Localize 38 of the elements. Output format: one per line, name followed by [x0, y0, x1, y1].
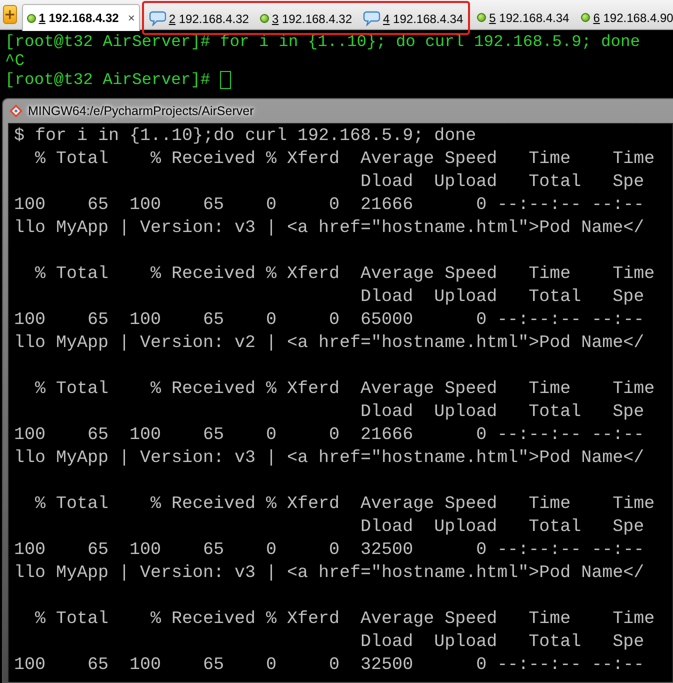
terminal-line: Dload Upload Total Spe — [360, 631, 644, 654]
tab[interactable]: 2 192.168.4.32 — [144, 5, 254, 31]
tab[interactable]: 1 192.168.4.32 × — [22, 4, 140, 31]
status-dot-icon — [26, 14, 36, 22]
tab[interactable]: 4 192.168.4.34 — [358, 5, 468, 31]
terminal-line: 100 65 100 65 0 0 21666 0 --:--:-- --:-- — [14, 194, 644, 217]
terminal-line: Dload Upload Total Spe — [360, 401, 644, 424]
terminal-line: 100 65 100 65 0 0 32500 0 --:--:-- --:-- — [14, 654, 644, 677]
terminal-line: 100 65 100 65 0 0 32500 0 --:--:-- --:-- — [14, 539, 644, 562]
terminal-line: % Total % Received % Xferd Average Speed Time Time — [34, 378, 655, 401]
terminal-line: ^C — [5, 51, 25, 70]
terminal-line: llo MyApp | Version: v2 | <a href="hostname.html">Pod Name</ — [14, 332, 644, 355]
terminal-line: % Total % Received % Xferd Average Speed Time Time — [34, 263, 655, 286]
terminal-line: [root@t32 AirServer]# — [5, 70, 212, 89]
new-tab-button[interactable]: + — [3, 5, 17, 24]
speech-bubble-icon — [363, 11, 380, 26]
terminal-line: Dload Upload Total Spe — [360, 171, 644, 194]
terminal-line: Dload Upload Total Spe — [360, 516, 644, 539]
status-dot-icon — [260, 14, 269, 23]
tab[interactable]: 5 192.168.4.34 — [472, 4, 574, 30]
terminal-line: % Total % Received % Xferd Average Speed Time Time — [34, 148, 655, 171]
terminal-line: [root@t32 AirServer]# for i in {1..10}; do curl 192.168.5.9; done — [5, 32, 640, 51]
status-dot-icon — [477, 13, 486, 22]
diamond-logo-icon — [9, 104, 23, 118]
terminal-line: $ for i in {1..10};do curl 192.168.5.9; done — [14, 125, 476, 148]
speech-bubble-icon — [148, 11, 166, 26]
terminal-line: 100 65 100 65 0 0 65000 0 --:--:-- --:-- — [14, 309, 644, 332]
terminal-line: % Total % Received % Xferd Average Speed Time Time — [34, 493, 655, 516]
status-dot-icon — [581, 13, 590, 22]
close-icon[interactable]: × — [128, 11, 135, 25]
terminal-line: llo MyApp | Version: v3 | <a href="hostname.html">Pod Name</ — [14, 447, 644, 470]
terminal-line: llo MyApp | Version: v3 | <a href="hostname.html">Pod Name</ — [14, 562, 644, 585]
terminal-line: Dload Upload Total Spe — [360, 286, 644, 309]
terminal-line: llo MyApp | Version: v3 | <a href="hostname.html">Pod Name</ — [14, 217, 644, 240]
window-title: MINGW64:/e/PycharmProjects/AirServer — [28, 104, 254, 118]
tab[interactable]: 6 192.168.4.90 — [576, 4, 673, 30]
terminal-line: 100 65 100 65 0 0 21666 0 --:--:-- --:-- — [14, 424, 644, 447]
terminal-line: % Total % Received % Xferd Average Speed Time Time — [34, 608, 655, 631]
